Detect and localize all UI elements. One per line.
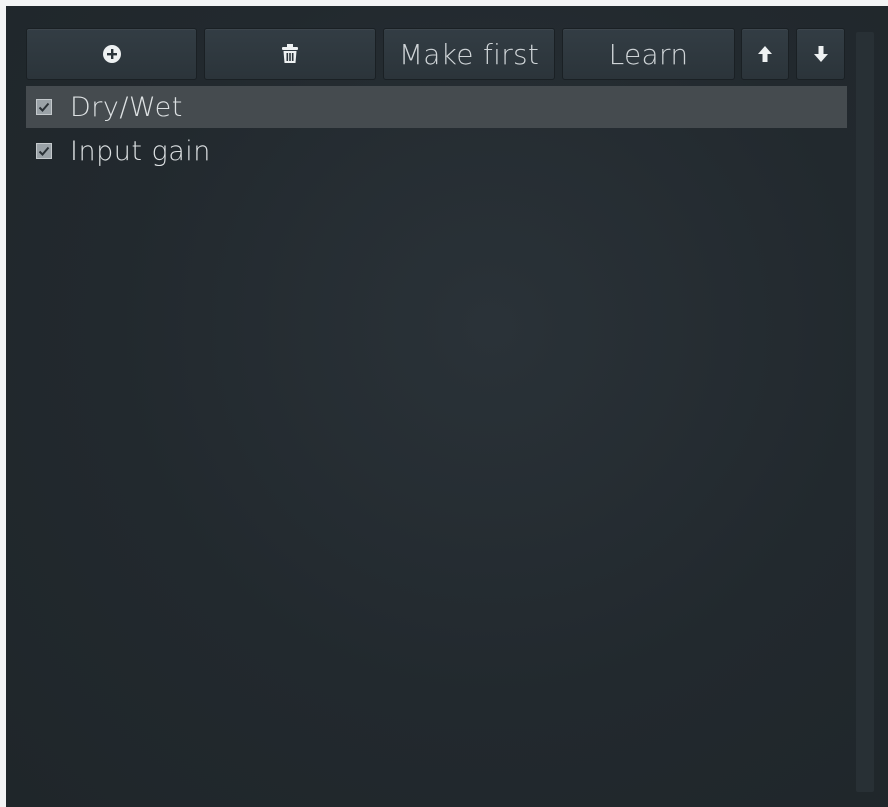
checkbox-checked-icon[interactable]: [36, 99, 52, 115]
move-up-button[interactable]: [741, 28, 789, 80]
parameter-list: Dry/Wet Input gain: [26, 86, 847, 174]
checkbox-checked-icon[interactable]: [36, 143, 52, 159]
toolbar: Make first Learn: [26, 28, 856, 80]
add-button[interactable]: [26, 28, 197, 80]
make-first-button[interactable]: Make first: [383, 28, 555, 80]
parameter-list-panel: Make first Learn Dry/Wet Input gain: [6, 6, 888, 807]
learn-label: Learn: [608, 37, 689, 71]
vertical-scrollbar[interactable]: [856, 32, 874, 792]
arrow-down-icon: [813, 44, 829, 64]
trash-icon: [280, 43, 300, 65]
delete-button[interactable]: [204, 28, 376, 80]
make-first-label: Make first: [398, 37, 540, 71]
move-down-button[interactable]: [796, 28, 845, 80]
list-item-label: Input gain: [70, 135, 211, 167]
list-item[interactable]: Input gain: [26, 130, 847, 172]
list-item[interactable]: Dry/Wet: [26, 86, 847, 128]
list-item-label: Dry/Wet: [70, 91, 183, 123]
arrow-up-icon: [757, 44, 773, 64]
learn-button[interactable]: Learn: [562, 28, 735, 80]
plus-circle-icon: [101, 43, 123, 65]
